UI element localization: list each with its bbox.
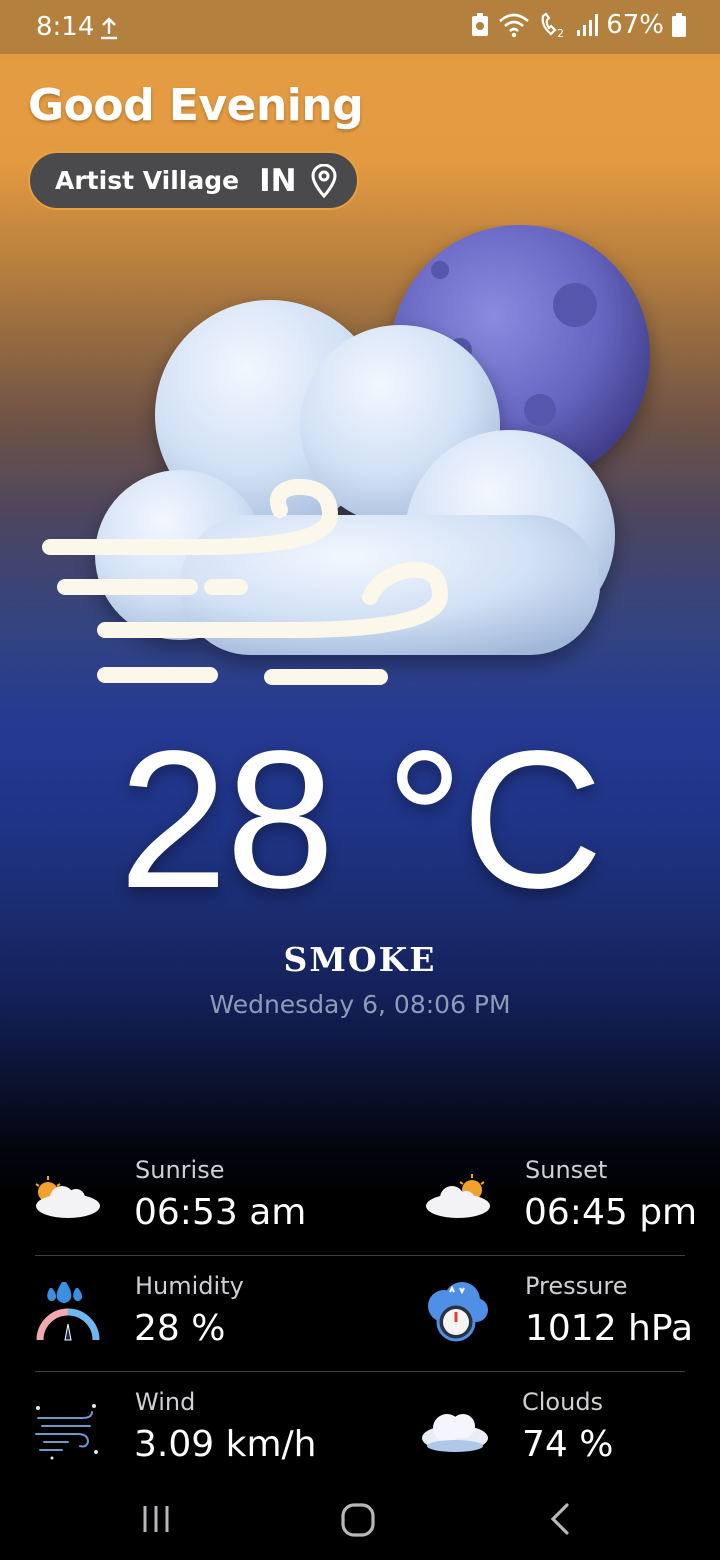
humidity-icon bbox=[36, 1282, 100, 1341]
divider bbox=[35, 1255, 685, 1256]
home-icon[interactable] bbox=[340, 1502, 376, 1538]
recent-apps-icon[interactable] bbox=[140, 1504, 174, 1534]
status-bar: 8:14 2 67% bbox=[0, 0, 720, 54]
location-pin-icon bbox=[311, 163, 337, 198]
status-time: 8:14 bbox=[36, 12, 95, 42]
greeting-title: Good Evening bbox=[28, 80, 364, 131]
signal-icon bbox=[577, 14, 599, 36]
divider bbox=[35, 1371, 685, 1372]
date-time: Wednesday 6, 08:06 PM bbox=[209, 990, 511, 1019]
pressure-label: Pressure bbox=[525, 1272, 628, 1300]
upload-icon bbox=[101, 17, 117, 40]
sunset-stat: Sunset 06:45 pm bbox=[422, 1156, 720, 1256]
pressure-icon bbox=[428, 1282, 488, 1342]
weather-condition: SMOKE bbox=[283, 940, 437, 979]
wind-icon bbox=[35, 1404, 98, 1460]
navigation-bar bbox=[0, 1480, 720, 1560]
battery-icon bbox=[672, 13, 686, 37]
wifi-icon bbox=[499, 13, 530, 38]
svg-text:2: 2 bbox=[557, 27, 564, 38]
sunrise-stat: Sunrise 06:53 am bbox=[32, 1156, 362, 1256]
humidity-value: 28 % bbox=[134, 1308, 226, 1349]
clouds-stat: Clouds 74 % bbox=[419, 1388, 720, 1488]
sunrise-value: 06:53 am bbox=[134, 1192, 307, 1233]
temperature-value: 28 °C bbox=[118, 710, 603, 929]
sunset-icon bbox=[426, 1174, 490, 1218]
wind-value: 3.09 km/h bbox=[134, 1424, 317, 1465]
sunset-value: 06:45 pm bbox=[524, 1192, 698, 1233]
clouds-icon bbox=[422, 1414, 488, 1452]
clouds-value: 74 % bbox=[522, 1424, 614, 1465]
status-icons: 2 67% bbox=[470, 10, 686, 40]
wifi-calling-icon: 2 bbox=[541, 12, 564, 38]
humidity-label: Humidity bbox=[135, 1272, 244, 1300]
battery-saver-icon bbox=[472, 13, 489, 36]
wind-stat: Wind 3.09 km/h bbox=[32, 1388, 362, 1488]
pressure-stat: Pressure 1012 hPa bbox=[422, 1272, 720, 1372]
location-city: Artist Village bbox=[55, 166, 240, 195]
battery-percent: 67% bbox=[606, 10, 664, 40]
location-country: IN bbox=[259, 162, 297, 199]
sunset-label: Sunset bbox=[525, 1156, 608, 1184]
sunrise-label: Sunrise bbox=[135, 1156, 225, 1184]
pressure-value: 1012 hPa bbox=[525, 1308, 694, 1349]
wind-label: Wind bbox=[135, 1388, 196, 1416]
location-button[interactable]: Artist Village IN bbox=[28, 151, 359, 210]
sunrise-icon bbox=[35, 1176, 100, 1218]
clouds-label: Clouds bbox=[522, 1388, 604, 1416]
humidity-stat: Humidity 28 % bbox=[32, 1272, 362, 1372]
weather-illustration bbox=[42, 225, 650, 685]
back-icon[interactable] bbox=[547, 1502, 573, 1536]
